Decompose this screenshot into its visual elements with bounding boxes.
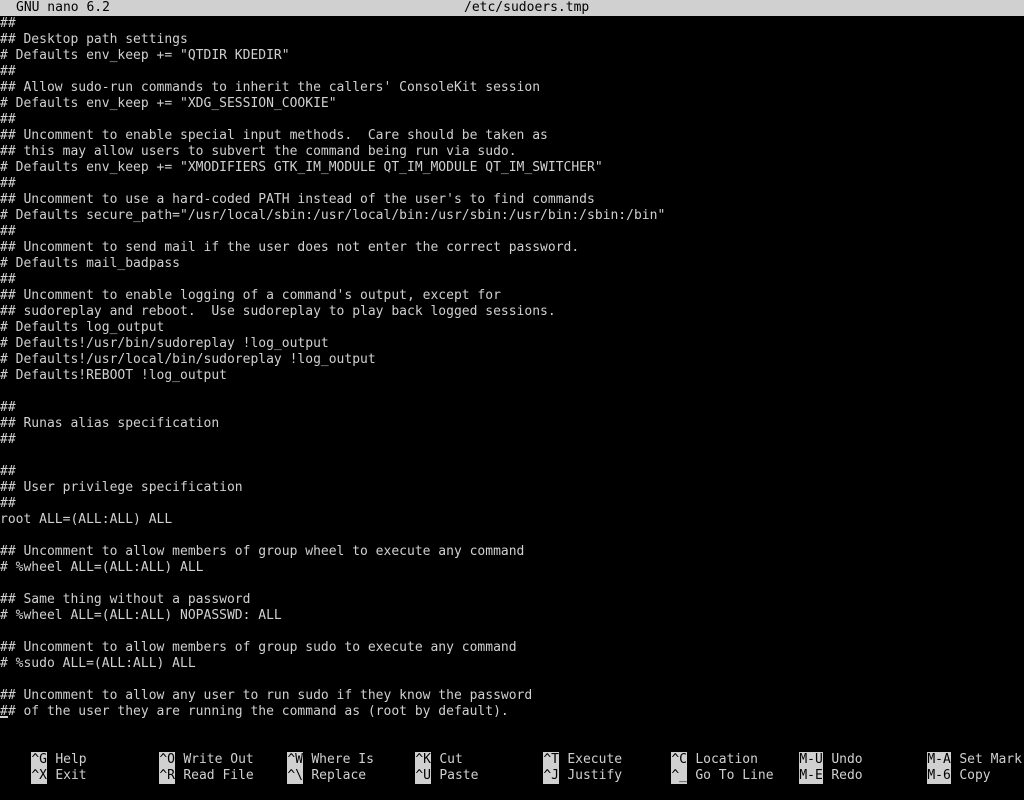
shortcut-label: Go To Line xyxy=(695,768,774,783)
editor-line[interactable]: # Defaults env_keep += "XDG_SESSION_COOK… xyxy=(0,96,1024,112)
editor-line[interactable]: ## xyxy=(0,64,1024,80)
editor-line[interactable]: ## xyxy=(0,16,1024,32)
editor-line[interactable] xyxy=(0,528,1024,544)
file-name: /etc/sudoers.tmp xyxy=(464,0,590,15)
editor-line[interactable]: ## xyxy=(0,112,1024,128)
shortcut-key: ^R xyxy=(159,768,176,784)
editor-line[interactable]: ## Desktop path settings xyxy=(0,32,1024,48)
editor-line[interactable]: ## Uncomment to enable logging of a comm… xyxy=(0,288,1024,304)
editor-line[interactable]: ## Runas alias specification xyxy=(0,416,1024,432)
shortcut-key: M-E xyxy=(799,768,824,784)
editor-line[interactable]: # Defaults!REBOOT !log_output xyxy=(0,368,1024,384)
shortcut-label: Redo xyxy=(831,768,863,783)
shortcut-where-is[interactable]: ^W Where Is xyxy=(256,736,374,768)
editor-line[interactable]: # Defaults secure_path="/usr/local/sbin:… xyxy=(0,208,1024,224)
text-cursor xyxy=(0,716,8,718)
shortcut-bar: ^G Help ^X Exit ^O Write Out ^R Read File ^W… xyxy=(0,736,1024,784)
shortcut-key: ^J xyxy=(543,768,560,784)
shortcut-exit[interactable]: ^X Exit xyxy=(0,752,87,784)
shortcut-execute[interactable]: ^T Execute xyxy=(512,736,622,768)
editor-line[interactable]: ## Uncomment to allow members of group w… xyxy=(0,544,1024,560)
editor-line[interactable]: ## xyxy=(0,224,1024,240)
app-name: GNU nano 6.2 xyxy=(16,0,110,15)
shortcut-copy[interactable]: M-6 Copy xyxy=(896,752,991,784)
shortcut-label: Exit xyxy=(55,768,87,783)
editor-line[interactable]: ## User privilege specification xyxy=(0,480,1024,496)
shortcut-key: M-6 xyxy=(927,768,952,784)
editor-line[interactable]: # Defaults mail_badpass xyxy=(0,256,1024,272)
editor-line[interactable]: # Defaults env_keep += "XMODIFIERS GTK_I… xyxy=(0,160,1024,176)
shortcut-location[interactable]: ^C Location xyxy=(640,736,758,768)
editor-line[interactable]: ## this may allow users to subvert the c… xyxy=(0,144,1024,160)
editor-area[interactable]: ## ## Desktop path settings # Defaults env… xyxy=(0,16,1024,720)
shortcut-help[interactable]: ^G Help xyxy=(0,736,87,768)
shortcut-write-out[interactable]: ^O Write Out xyxy=(128,736,254,768)
shortcut-set-mark[interactable]: M-A Set Mark xyxy=(896,736,1022,768)
shortcut-paste[interactable]: ^U Paste xyxy=(384,752,478,784)
editor-line[interactable]: ## xyxy=(0,464,1024,480)
editor-line[interactable] xyxy=(0,448,1024,464)
shortcut-undo[interactable]: M-U Undo xyxy=(768,736,863,768)
shortcut-label: Justify xyxy=(567,768,623,783)
editor-line[interactable]: ## sudoreplay and reboot. Use sudoreplay… xyxy=(0,304,1024,320)
shortcut-justify[interactable]: ^J Justify xyxy=(512,752,622,784)
editor-line[interactable]: # %wheel ALL=(ALL:ALL) ALL xyxy=(0,560,1024,576)
shortcut-key: ^U xyxy=(415,768,432,784)
editor-line[interactable]: ## Same thing without a password xyxy=(0,592,1024,608)
shortcut-cut[interactable]: ^K Cut xyxy=(384,736,463,768)
shortcut-label: Copy xyxy=(959,768,991,783)
editor-line[interactable]: ## Uncomment to allow members of group s… xyxy=(0,640,1024,656)
shortcut-read-file[interactable]: ^R Read File xyxy=(128,752,254,784)
editor-line[interactable]: # Defaults!/usr/bin/sudoreplay !log_outp… xyxy=(0,336,1024,352)
editor-line[interactable]: ## Allow sudo-run commands to inherit th… xyxy=(0,80,1024,96)
editor-line[interactable]: ## Uncomment to send mail if the user do… xyxy=(0,240,1024,256)
shortcut-label: Read File xyxy=(183,768,254,783)
editor-line[interactable]: ## xyxy=(0,272,1024,288)
editor-line[interactable] xyxy=(0,576,1024,592)
editor-line[interactable] xyxy=(0,624,1024,640)
shortcut-key: ^X xyxy=(31,768,48,784)
shortcut-redo[interactable]: M-E Redo xyxy=(768,752,863,784)
editor-line[interactable]: ## Uncomment to use a hard-coded PATH in… xyxy=(0,192,1024,208)
editor-line[interactable]: # Defaults env_keep += "QTDIR KDEDIR" xyxy=(0,48,1024,64)
shortcut-go-to-line[interactable]: ^_ Go To Line xyxy=(640,752,774,784)
editor-line[interactable]: # %sudo ALL=(ALL:ALL) ALL xyxy=(0,656,1024,672)
shortcut-replace[interactable]: ^\ Replace xyxy=(256,752,366,784)
editor-line[interactable]: ## xyxy=(0,400,1024,416)
editor-line[interactable]: # Defaults!/usr/local/bin/sudoreplay !lo… xyxy=(0,352,1024,368)
shortcut-key: ^\ xyxy=(287,768,304,784)
title-bar: GNU nano 6.2 /etc/sudoers.tmp xyxy=(0,0,1024,16)
editor-line[interactable]: ## Uncomment to allow any user to run su… xyxy=(0,688,1024,704)
editor-line[interactable]: root ALL=(ALL:ALL) ALL xyxy=(0,512,1024,528)
editor-line[interactable] xyxy=(0,384,1024,400)
shortcut-label: Replace xyxy=(311,768,367,783)
editor-line[interactable]: ## xyxy=(0,176,1024,192)
editor-line[interactable]: ## Uncomment to enable special input met… xyxy=(0,128,1024,144)
shortcut-label: Paste xyxy=(439,768,479,783)
editor-line[interactable]: # Defaults log_output xyxy=(0,320,1024,336)
editor-line[interactable]: ## xyxy=(0,496,1024,512)
editor-line[interactable]: ## of the user they are running the comm… xyxy=(0,704,1024,720)
editor-line[interactable]: # %wheel ALL=(ALL:ALL) NOPASSWD: ALL xyxy=(0,608,1024,624)
editor-line[interactable] xyxy=(0,672,1024,688)
shortcut-key: ^_ xyxy=(671,768,688,784)
editor-line[interactable]: ## xyxy=(0,432,1024,448)
